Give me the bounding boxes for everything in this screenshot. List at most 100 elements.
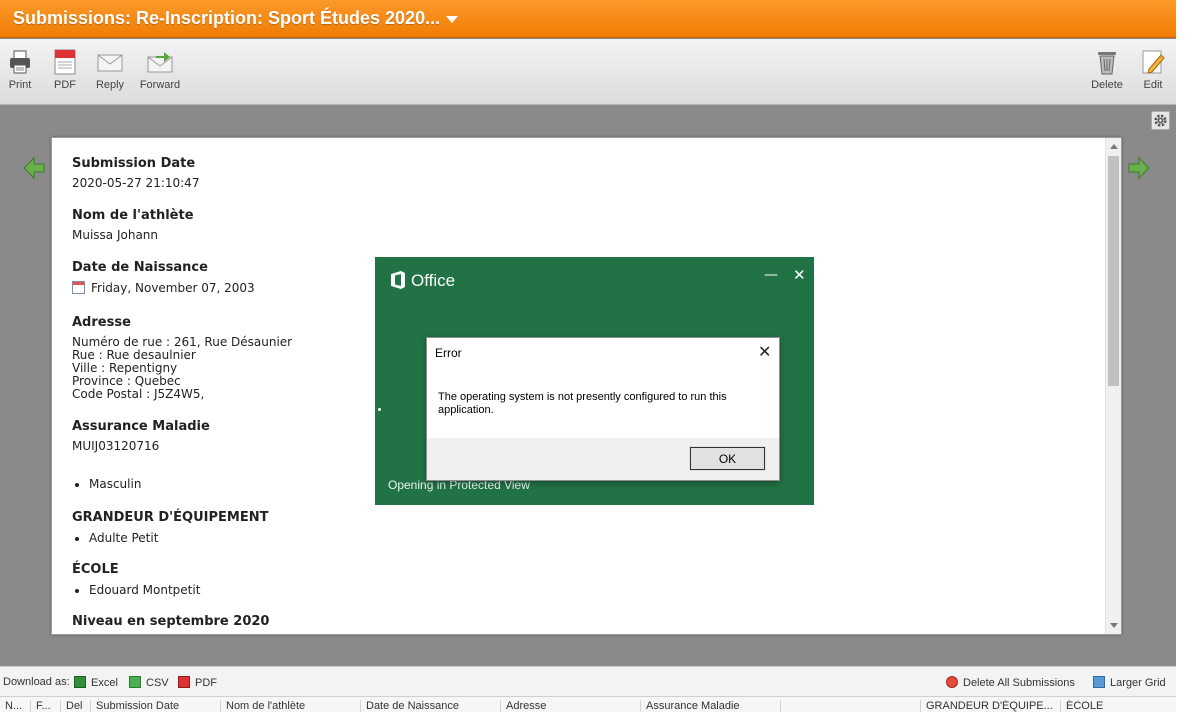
download-bar: Download as: Excel CSV PDF Delete All Su… xyxy=(0,666,1176,696)
gear-icon xyxy=(1154,114,1167,127)
reply-label: Reply xyxy=(95,79,125,91)
list-item: Adulte Petit xyxy=(89,531,268,545)
field-value: MUIJ03120716 xyxy=(72,439,160,453)
pdf-small-icon xyxy=(178,676,190,688)
grid-header: N... F... Del Submission Date Nom de l'a… xyxy=(0,696,1176,712)
grid-column-header[interactable]: Submission Date xyxy=(90,700,220,712)
delete-all-button[interactable]: Delete All Submissions xyxy=(946,676,1075,689)
dialog-message: The operating system is not presently co… xyxy=(438,391,727,416)
dialog-close-button[interactable]: ✕ xyxy=(758,342,771,362)
previous-submission-button[interactable] xyxy=(22,156,46,184)
settings-button[interactable] xyxy=(1151,111,1170,130)
adresse-field: Adresse Numéro de rue : 261, Rue Désauni… xyxy=(72,315,292,401)
ecole-field: ÉCOLE Edouard Montpetit xyxy=(72,562,200,597)
dialog-title: Error xyxy=(435,346,462,360)
excel-icon xyxy=(74,676,86,688)
nom-field: Nom de l'athlète Muissa Johann xyxy=(72,208,194,242)
field-label: Adresse xyxy=(72,315,131,330)
pdf-icon xyxy=(54,49,76,75)
pdf-button[interactable]: PDF xyxy=(41,49,89,91)
grid-column-header[interactable]: Date de Naissance xyxy=(360,700,500,712)
scrollbar[interactable] xyxy=(1105,138,1121,634)
grid-column-header[interactable]: F... xyxy=(30,700,60,712)
submission-date-field: Submission Date 2020-05-27 21:10:47 xyxy=(72,156,199,190)
address-line: Code Postal : J5Z4W5, xyxy=(72,387,205,401)
excel-label: Excel xyxy=(91,677,118,689)
field-value: Friday, November 07, 2003 xyxy=(72,281,255,295)
dialog-footer: OK xyxy=(427,438,779,480)
title-text: Submissions: Re-Inscription: Sport Étude… xyxy=(13,8,441,28)
download-pdf-link[interactable]: PDF xyxy=(178,676,217,689)
pdf-label: PDF xyxy=(54,79,76,91)
grid-column-header[interactable]: Assurance Maladie xyxy=(640,700,780,712)
larger-grid-label: Larger Grid xyxy=(1110,677,1166,689)
sexe-field: Masculin xyxy=(72,477,141,491)
calendar-icon xyxy=(72,281,85,294)
expand-grid-icon xyxy=(1093,676,1105,688)
title-dropdown-icon[interactable] xyxy=(446,15,459,23)
office-brand: Office xyxy=(411,271,456,290)
next-submission-button[interactable] xyxy=(1127,156,1151,184)
grid-column-header[interactable]: Nom de l'athlète xyxy=(220,700,360,712)
forward-button[interactable]: Forward xyxy=(136,49,184,91)
list-item: Edouard Montpetit xyxy=(89,583,200,597)
delete-button[interactable]: Delete xyxy=(1083,49,1131,91)
niveau-field: Niveau en septembre 2020 xyxy=(72,614,270,634)
forward-label: Forward xyxy=(139,79,181,91)
grid-column-header[interactable]: ÉCOLE xyxy=(1060,700,1176,712)
field-label: Submission Date xyxy=(72,156,196,171)
window-title[interactable]: Submissions: Re-Inscription: Sport Étude… xyxy=(0,0,1176,38)
download-csv-link[interactable]: CSV xyxy=(129,676,169,689)
field-label: Nom de l'athlète xyxy=(72,208,194,223)
list-item: Masculin xyxy=(89,477,141,491)
arrow-right-icon xyxy=(1128,156,1150,180)
delete-circle-icon xyxy=(946,676,958,688)
naissance-value: Friday, November 07, 2003 xyxy=(91,281,255,295)
field-label: Niveau en septembre 2020 xyxy=(72,614,270,629)
ok-button[interactable]: OK xyxy=(689,446,766,471)
field-value: Muissa Johann xyxy=(72,228,159,242)
forward-envelope-icon xyxy=(147,52,173,73)
scroll-up-icon[interactable] xyxy=(1110,144,1118,149)
assurance-field: Assurance Maladie MUIJ03120716 xyxy=(72,419,210,453)
field-label: Date de Naissance xyxy=(72,260,208,275)
grandeur-field: GRANDEUR D'ÉQUIPEMENT Adulte Petit xyxy=(72,510,268,545)
delete-all-label: Delete All Submissions xyxy=(963,677,1075,689)
grid-column-header[interactable]: N... xyxy=(0,700,30,712)
field-label: ÉCOLE xyxy=(72,562,119,577)
printer-icon xyxy=(10,50,30,74)
edit-button[interactable]: Edit xyxy=(1129,49,1177,91)
pencil-icon xyxy=(1142,50,1165,74)
right-gutter xyxy=(1176,0,1188,712)
csv-label: CSV xyxy=(146,677,169,689)
error-dialog: Error ✕ The operating system is not pres… xyxy=(426,337,780,481)
office-close-button[interactable]: ✕ xyxy=(793,266,806,284)
field-label: GRANDEUR D'ÉQUIPEMENT xyxy=(72,510,269,525)
print-button[interactable]: Print xyxy=(0,49,44,91)
download-excel-link[interactable]: Excel xyxy=(74,676,118,689)
pdf-download-label: PDF xyxy=(195,677,217,689)
edit-label: Edit xyxy=(1143,79,1163,91)
office-logo: Office xyxy=(389,270,455,291)
larger-grid-button[interactable]: Larger Grid xyxy=(1093,676,1166,689)
csv-icon xyxy=(129,676,141,688)
reply-button[interactable]: Reply xyxy=(86,49,134,91)
grid-column-header[interactable]: GRANDEUR D'ÉQUIPE... xyxy=(920,700,1060,712)
naissance-field: Date de Naissance Friday, November 07, 2… xyxy=(72,260,255,295)
arrow-left-icon xyxy=(23,156,45,180)
grid-column-header[interactable]: Adresse xyxy=(500,700,640,712)
minimize-button[interactable]: — xyxy=(764,267,778,283)
delete-label: Delete xyxy=(1091,79,1123,91)
trash-icon xyxy=(1098,52,1116,75)
field-value: 2020-05-27 21:10:47 xyxy=(72,176,200,190)
envelope-icon xyxy=(97,54,123,72)
scroll-down-icon[interactable] xyxy=(1110,623,1118,628)
field-label: Assurance Maladie xyxy=(72,419,210,434)
grid-column-header[interactable] xyxy=(780,700,920,712)
toolbar: Print PDF Reply Forward Delete Edit xyxy=(0,39,1176,105)
print-label: Print xyxy=(8,79,32,91)
download-label: Download as: xyxy=(3,676,70,688)
grid-column-header[interactable]: Del xyxy=(60,700,90,712)
scroll-thumb[interactable] xyxy=(1108,156,1119,386)
office-icon xyxy=(391,271,405,289)
